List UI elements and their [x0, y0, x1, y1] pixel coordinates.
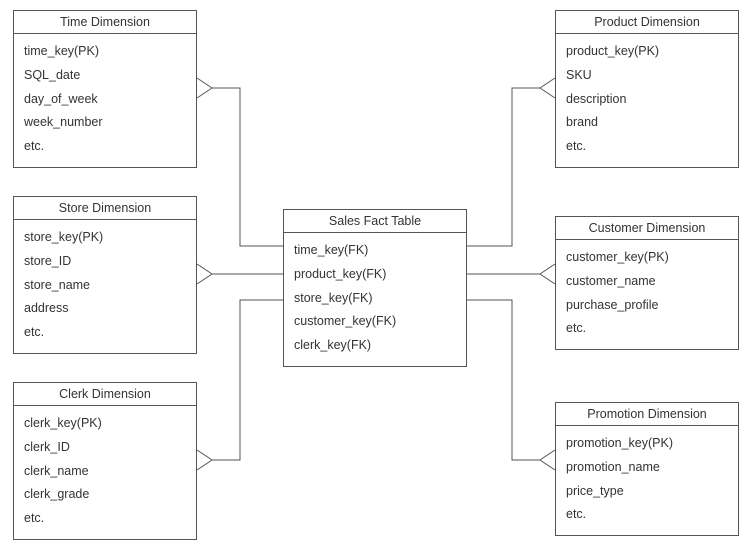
entity-title: Clerk Dimension: [14, 383, 196, 406]
entity-product-dimension: Product Dimension product_key(PK) SKU de…: [555, 10, 739, 168]
field: time_key(FK): [294, 239, 456, 263]
connector-clerk: [197, 300, 283, 470]
field: store_ID: [24, 250, 186, 274]
field: day_of_week: [24, 88, 186, 112]
entity-customer-dimension: Customer Dimension customer_key(PK) cust…: [555, 216, 739, 350]
field: time_key(PK): [24, 40, 186, 64]
field: clerk_name: [24, 460, 186, 484]
field: etc.: [566, 503, 728, 527]
field: clerk_key(PK): [24, 412, 186, 436]
entity-body: customer_key(PK) customer_name purchase_…: [556, 240, 738, 349]
field: etc.: [566, 317, 728, 341]
field: customer_name: [566, 270, 728, 294]
field: brand: [566, 111, 728, 135]
field: product_key(FK): [294, 263, 456, 287]
field: clerk_key(FK): [294, 334, 456, 358]
field: promotion_name: [566, 456, 728, 480]
field: SKU: [566, 64, 728, 88]
entity-body: time_key(FK) product_key(FK) store_key(F…: [284, 233, 466, 366]
field: etc.: [566, 135, 728, 159]
connector-store: [197, 264, 283, 284]
entity-title: Store Dimension: [14, 197, 196, 220]
field: store_key(PK): [24, 226, 186, 250]
entity-title: Promotion Dimension: [556, 403, 738, 426]
connector-customer: [467, 264, 555, 284]
entity-clerk-dimension: Clerk Dimension clerk_key(PK) clerk_ID c…: [13, 382, 197, 540]
entity-body: product_key(PK) SKU description brand et…: [556, 34, 738, 167]
field: etc.: [24, 321, 186, 345]
field: description: [566, 88, 728, 112]
field: product_key(PK): [566, 40, 728, 64]
field: store_key(FK): [294, 287, 456, 311]
field: promotion_key(PK): [566, 432, 728, 456]
field: customer_key(PK): [566, 246, 728, 270]
field: SQL_date: [24, 64, 186, 88]
entity-store-dimension: Store Dimension store_key(PK) store_ID s…: [13, 196, 197, 354]
entity-title: Customer Dimension: [556, 217, 738, 240]
entity-promotion-dimension: Promotion Dimension promotion_key(PK) pr…: [555, 402, 739, 536]
field: purchase_profile: [566, 294, 728, 318]
entity-time-dimension: Time Dimension time_key(PK) SQL_date day…: [13, 10, 197, 168]
entity-title: Sales Fact Table: [284, 210, 466, 233]
entity-body: clerk_key(PK) clerk_ID clerk_name clerk_…: [14, 406, 196, 539]
field: week_number: [24, 111, 186, 135]
field: store_name: [24, 274, 186, 298]
star-schema-diagram: Sales Fact Table time_key(FK) product_ke…: [0, 0, 747, 557]
connector-product: [467, 78, 555, 246]
entity-body: promotion_key(PK) promotion_name price_t…: [556, 426, 738, 535]
entity-body: store_key(PK) store_ID store_name addres…: [14, 220, 196, 353]
field: clerk_grade: [24, 483, 186, 507]
connector-time: [197, 78, 283, 246]
field: clerk_ID: [24, 436, 186, 460]
entity-title: Product Dimension: [556, 11, 738, 34]
connector-promotion: [467, 300, 555, 470]
entity-body: time_key(PK) SQL_date day_of_week week_n…: [14, 34, 196, 167]
field: address: [24, 297, 186, 321]
entity-title: Time Dimension: [14, 11, 196, 34]
field: customer_key(FK): [294, 310, 456, 334]
entity-sales-fact: Sales Fact Table time_key(FK) product_ke…: [283, 209, 467, 367]
field: price_type: [566, 480, 728, 504]
field: etc.: [24, 135, 186, 159]
field: etc.: [24, 507, 186, 531]
